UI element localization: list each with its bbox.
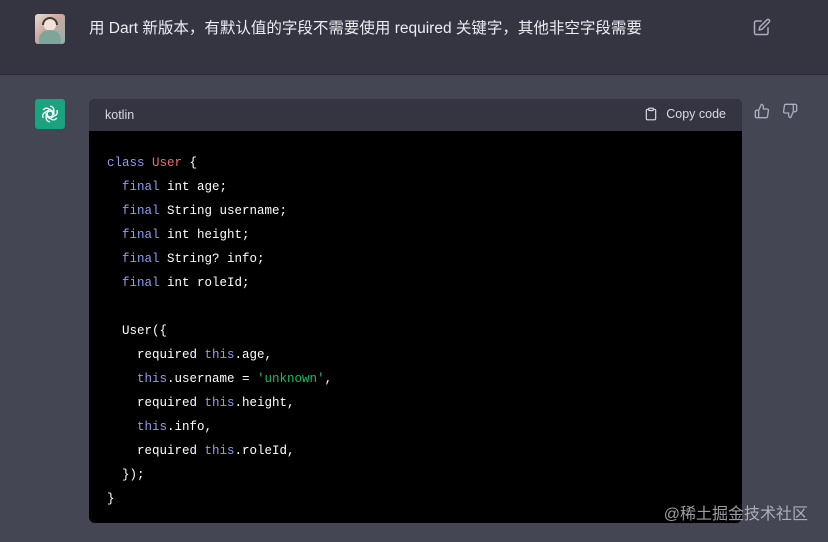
user-message-text: 用 Dart 新版本，有默认值的字段不需要使用 required 关键字，其他非… bbox=[89, 20, 642, 37]
code-token: final bbox=[122, 252, 160, 266]
code-line: final String? info; bbox=[107, 247, 724, 271]
assistant-avatar bbox=[35, 99, 65, 129]
code-token: { bbox=[182, 156, 198, 170]
code-content[interactable]: class User { final int age; final String… bbox=[89, 131, 742, 523]
code-block: kotlin Copy code class User { final int … bbox=[89, 99, 742, 523]
code-token: 'unknown' bbox=[257, 372, 325, 386]
code-line: final String username; bbox=[107, 199, 724, 223]
code-token: this bbox=[204, 444, 235, 458]
code-token: User bbox=[152, 156, 183, 170]
code-token: .age, bbox=[234, 348, 273, 362]
code-token: .height, bbox=[234, 396, 295, 410]
code-line: required this.height, bbox=[107, 391, 724, 415]
code-token: }); bbox=[107, 468, 145, 482]
code-token: required bbox=[107, 348, 205, 362]
code-token: .username = bbox=[167, 372, 258, 386]
code-line: this.info, bbox=[107, 415, 724, 439]
clipboard-icon bbox=[645, 107, 657, 121]
thumbs-up-icon[interactable] bbox=[754, 103, 770, 119]
code-token: , bbox=[324, 372, 333, 386]
watermark: @稀土掘金技术社区 bbox=[663, 506, 808, 523]
code-line: required this.roleId, bbox=[107, 439, 724, 463]
code-token: final bbox=[122, 204, 160, 218]
code-token: this bbox=[137, 372, 168, 386]
code-token: int height; bbox=[159, 228, 250, 242]
code-line: } bbox=[107, 487, 724, 511]
code-line: }); bbox=[107, 463, 724, 487]
code-line: this.username = 'unknown', bbox=[107, 367, 724, 391]
code-token: this bbox=[204, 396, 235, 410]
code-token: this bbox=[204, 348, 235, 362]
code-token: class bbox=[107, 156, 153, 170]
code-language-label: kotlin bbox=[105, 108, 135, 122]
code-line: final int roleId; bbox=[107, 271, 724, 295]
code-token: this bbox=[137, 420, 168, 434]
code-token: int roleId; bbox=[159, 276, 250, 290]
code-token: String? info; bbox=[159, 252, 265, 266]
code-line: final int height; bbox=[107, 223, 724, 247]
code-token: String username; bbox=[159, 204, 288, 218]
code-line: final int age; bbox=[107, 175, 724, 199]
code-line: User({ bbox=[107, 319, 724, 343]
code-token: .roleId, bbox=[234, 444, 295, 458]
code-block-header: kotlin Copy code bbox=[89, 99, 742, 131]
thumbs-down-icon[interactable] bbox=[782, 103, 798, 119]
code-line: required this.age, bbox=[107, 343, 724, 367]
code-token: required bbox=[107, 444, 205, 458]
openai-logo-icon bbox=[41, 105, 59, 123]
assistant-message-row: kotlin Copy code class User { final int … bbox=[0, 75, 828, 542]
copy-code-label: Copy code bbox=[666, 107, 726, 121]
code-token: User({ bbox=[107, 324, 168, 338]
code-token: } bbox=[107, 492, 115, 506]
user-message-row: 用 Dart 新版本，有默认值的字段不需要使用 required 关键字，其他非… bbox=[0, 0, 828, 75]
code-token: final bbox=[122, 276, 160, 290]
code-token: required bbox=[107, 396, 205, 410]
copy-code-button[interactable]: Copy code bbox=[644, 106, 726, 122]
code-token: int age; bbox=[159, 180, 228, 194]
code-token: .info, bbox=[167, 420, 213, 434]
code-token: final bbox=[122, 228, 160, 242]
code-line: class User { bbox=[107, 151, 724, 175]
code-token: final bbox=[122, 180, 160, 194]
edit-icon[interactable] bbox=[753, 18, 771, 36]
user-avatar bbox=[35, 14, 65, 44]
